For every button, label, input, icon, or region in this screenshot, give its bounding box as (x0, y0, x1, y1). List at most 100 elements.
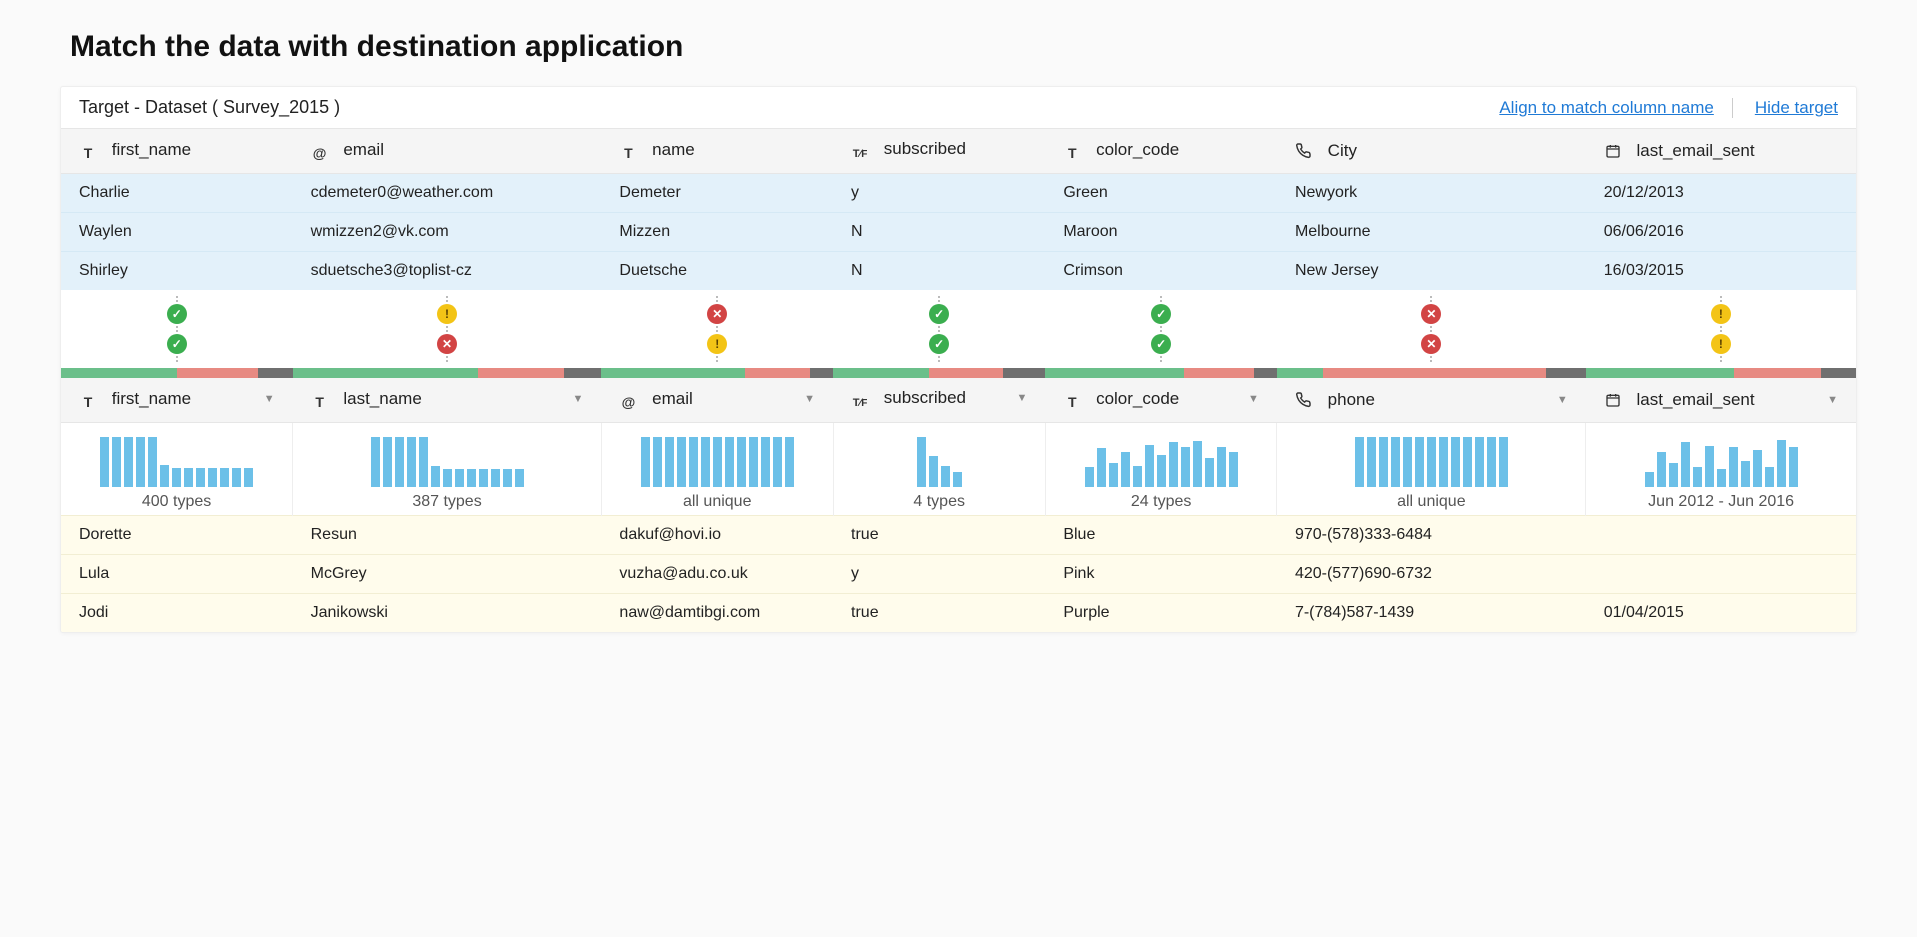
distribution-sparkline (620, 435, 815, 487)
status-warning-icon: ! (1711, 334, 1731, 354)
column-match-status: !✕ (293, 296, 602, 362)
distribution-label: 24 types (1064, 493, 1259, 511)
source-cell: McGrey (293, 555, 602, 594)
dropdown-icon[interactable]: ▼ (1827, 394, 1838, 406)
align-columns-link[interactable]: Align to match column name (1499, 98, 1714, 118)
source-columns-header: T first_name▼T last_name▼@ email▼T⁄F sub… (61, 378, 1856, 423)
source-cell: dakuf@hovi.io (601, 516, 833, 555)
dropdown-icon[interactable]: ▼ (804, 393, 815, 405)
target-column-label: subscribed (884, 139, 966, 158)
boolean-type-icon: T⁄F (851, 145, 869, 163)
distribution-cell: all unique (1277, 423, 1586, 516)
dropdown-icon[interactable]: ▼ (264, 393, 275, 405)
target-cell: Green (1045, 174, 1277, 213)
quality-bar (1586, 368, 1856, 378)
topbar-divider (1732, 98, 1733, 118)
source-cell: Lula (61, 555, 293, 594)
distribution-cell: 24 types (1045, 423, 1277, 516)
distribution-row: 400 types 387 types all unique 4 types 24 ty… (61, 423, 1856, 516)
phone-type-icon (1295, 142, 1313, 160)
distribution-label: 400 types (79, 493, 274, 511)
target-columns-header: T first_name@ emailT nameT⁄F subscribedT… (61, 129, 1856, 174)
dropdown-icon[interactable]: ▼ (1248, 393, 1259, 405)
status-ok-icon: ✓ (1151, 334, 1171, 354)
distribution-label: Jun 2012 - Jun 2016 (1604, 493, 1838, 511)
dropdown-icon[interactable]: ▼ (1557, 394, 1568, 406)
target-cell: Mizzen (601, 213, 833, 252)
source-cell: 01/04/2015 (1586, 594, 1856, 633)
distribution-sparkline (852, 435, 1027, 487)
distribution-label: 387 types (311, 493, 583, 511)
column-match-status: ✓✓ (61, 296, 293, 362)
source-cell: true (833, 516, 1045, 555)
quality-bar (61, 368, 293, 378)
email-type-icon: @ (311, 144, 329, 162)
source-column-header[interactable]: T color_code▼ (1045, 378, 1277, 423)
column-match-status: !! (1586, 296, 1856, 362)
source-cell: vuzha@adu.co.uk (601, 555, 833, 594)
distribution-cell: all unique (601, 423, 833, 516)
target-column-header: T first_name (61, 129, 293, 174)
column-match-status: ✓✓ (1045, 296, 1277, 362)
boolean-type-icon: T⁄F (851, 394, 869, 412)
status-ok-icon: ✓ (167, 334, 187, 354)
target-cell: y (833, 174, 1045, 213)
status-ok-icon: ✓ (929, 334, 949, 354)
status-error-icon: ✕ (707, 304, 727, 324)
target-cell: Maroon (1045, 213, 1277, 252)
match-panel: Target - Dataset ( Survey_2015 ) Align t… (60, 86, 1857, 633)
source-cell (1586, 516, 1856, 555)
source-column-label: last_email_sent (1636, 390, 1754, 409)
target-cell: Shirley (61, 252, 293, 291)
target-column-header: T⁄F subscribed (833, 129, 1045, 174)
status-warning-icon: ! (437, 304, 457, 324)
source-column-header[interactable]: @ email▼ (601, 378, 833, 423)
target-cell: 06/06/2016 (1586, 213, 1856, 252)
source-column-header[interactable]: T last_name▼ (293, 378, 602, 423)
target-column-header: City (1277, 129, 1586, 174)
source-cell: Jodi (61, 594, 293, 633)
target-row: Charliecdemeter0@weather.comDemeteryGree… (61, 174, 1856, 213)
target-cell: N (833, 213, 1045, 252)
quality-bar (601, 368, 833, 378)
target-cell: wmizzen2@vk.com (293, 213, 602, 252)
source-column-header[interactable]: T first_name▼ (61, 378, 293, 423)
source-cell: 420-(577)690-6732 (1277, 555, 1586, 594)
target-cell: 16/03/2015 (1586, 252, 1856, 291)
distribution-label: 4 types (852, 493, 1027, 511)
quality-bars-row (61, 368, 1856, 378)
target-column-label: last_email_sent (1636, 141, 1754, 160)
text-type-icon: T (1063, 393, 1081, 411)
dropdown-icon[interactable]: ▼ (573, 393, 584, 405)
distribution-sparkline (79, 435, 274, 487)
target-column-header: last_email_sent (1586, 129, 1856, 174)
text-type-icon: T (79, 393, 97, 411)
source-column-header[interactable]: T⁄F subscribed▼ (833, 378, 1045, 423)
column-match-status: ✓✓ (833, 296, 1045, 362)
status-error-icon: ✕ (437, 334, 457, 354)
source-column-header[interactable]: phone ▼ (1277, 378, 1586, 423)
source-row: LulaMcGreyvuzha@adu.co.ukyPink420-(577)6… (61, 555, 1856, 594)
target-column-label: City (1328, 141, 1357, 160)
text-type-icon: T (1063, 144, 1081, 162)
target-cell: Waylen (61, 213, 293, 252)
distribution-label: all unique (1295, 493, 1567, 511)
target-cell: New Jersey (1277, 252, 1586, 291)
distribution-sparkline (1064, 435, 1259, 487)
match-status-row: ✓✓!✕✕!✓✓✓✓✕✕!! (61, 290, 1856, 368)
status-ok-icon: ✓ (167, 304, 187, 324)
status-error-icon: ✕ (1421, 304, 1441, 324)
email-type-icon: @ (619, 393, 637, 411)
source-cell: true (833, 594, 1045, 633)
status-ok-icon: ✓ (929, 304, 949, 324)
dropdown-icon[interactable]: ▼ (1016, 392, 1027, 404)
source-column-header[interactable]: last_email_sent ▼ (1586, 378, 1856, 423)
target-cell: 20/12/2013 (1586, 174, 1856, 213)
source-cell: Purple (1045, 594, 1277, 633)
source-column-label: phone (1328, 390, 1375, 409)
target-column-label: name (652, 140, 695, 159)
target-column-label: color_code (1096, 140, 1179, 159)
hide-target-link[interactable]: Hide target (1755, 98, 1838, 118)
source-cell: Resun (293, 516, 602, 555)
quality-bar (1045, 368, 1277, 378)
